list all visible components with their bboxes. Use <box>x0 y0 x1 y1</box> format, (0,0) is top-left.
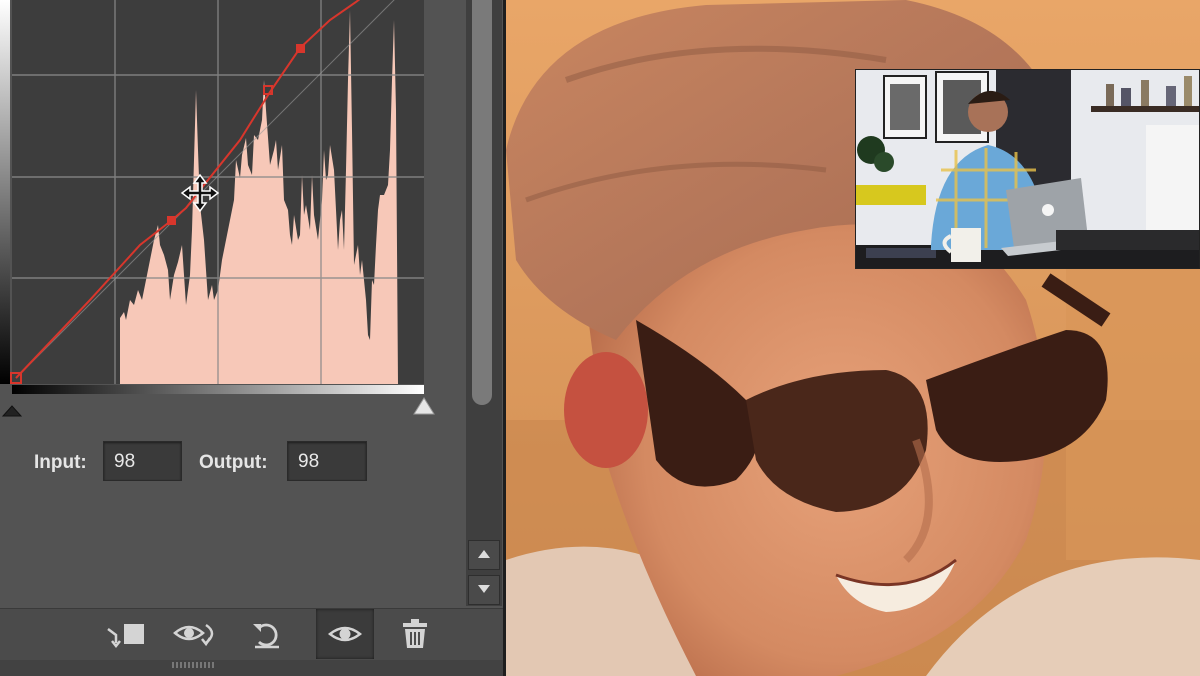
delete-trash-icon <box>403 619 427 648</box>
chevron-down-icon <box>478 585 490 593</box>
clip-to-layer-button[interactable] <box>96 609 154 659</box>
view-previous-state-icon <box>173 623 214 647</box>
reset-adjustment-icon <box>253 623 279 649</box>
webcam-inset <box>855 69 1200 269</box>
input-field[interactable]: 98 <box>103 441 182 481</box>
view-previous-state-button[interactable] <box>168 609 226 659</box>
reset-adjustment-button[interactable] <box>238 609 296 659</box>
scroll-down-button[interactable] <box>468 575 500 605</box>
curves-graph[interactable] <box>0 0 440 420</box>
output-gradient-bar <box>0 0 10 384</box>
panel-footer <box>0 660 503 676</box>
presenter-video <box>856 70 1199 268</box>
clip-to-layer-icon <box>107 624 144 649</box>
scroll-up-button[interactable] <box>468 540 500 570</box>
scrollbar-thumb[interactable] <box>472 0 492 405</box>
resize-grip-icon[interactable] <box>172 662 216 668</box>
output-label: Output: <box>199 452 268 473</box>
curve-point[interactable] <box>296 44 305 53</box>
toggle-visibility-icon <box>328 626 362 642</box>
toggle-visibility-button[interactable] <box>316 609 374 659</box>
adjustment-toolbar <box>0 608 503 661</box>
curves-properties-panel: Input: 98 Output: 98 <box>0 0 503 676</box>
input-gradient-bar <box>12 385 424 394</box>
input-label: Input: <box>34 452 87 473</box>
white-point-slider[interactable] <box>413 397 435 415</box>
chevron-up-icon <box>478 550 490 558</box>
output-field[interactable]: 98 <box>287 441 367 481</box>
black-point-slider[interactable] <box>1 405 23 417</box>
curve-point[interactable] <box>167 216 176 225</box>
delete-button[interactable] <box>386 609 444 659</box>
